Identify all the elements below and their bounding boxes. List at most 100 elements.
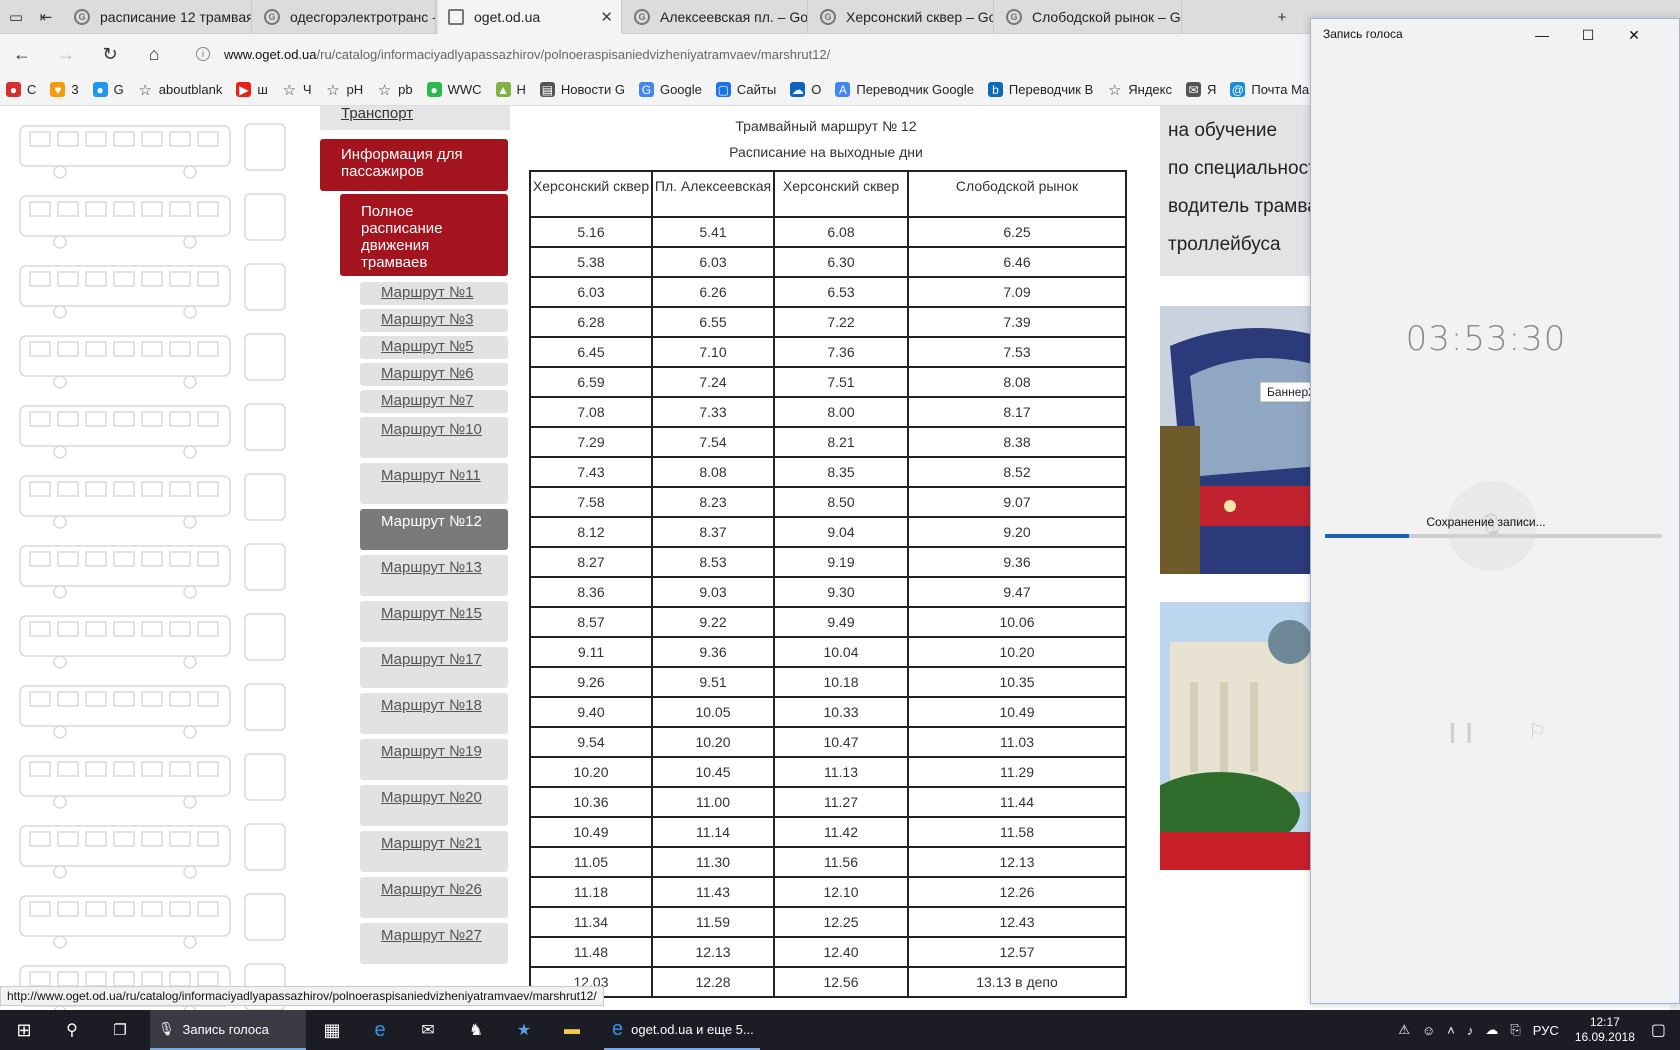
favorite-17[interactable]: ☆ Яндекс — [1107, 82, 1172, 99]
menu-full-tram-schedule[interactable]: Полное расписание движения трамваев — [340, 194, 508, 276]
tab-label: Херсонский сквер – Googl — [846, 9, 993, 25]
route-link[interactable]: Маршрут №6 — [360, 363, 508, 386]
pause-icon[interactable]: ❙❙ — [1444, 719, 1478, 744]
network-icon[interactable]: ⎘ — [1510, 1022, 1520, 1038]
route-link[interactable]: Маршрут №13 — [360, 555, 508, 596]
store-icon[interactable]: ★ — [502, 1010, 546, 1050]
route-link[interactable]: Маршрут №20 — [360, 785, 508, 826]
onedrive-icon[interactable]: ☁ — [1485, 1022, 1498, 1038]
favorite-8[interactable]: ☆ pb — [377, 82, 413, 99]
tab-6[interactable]: G Слободской рынок – Goog — [996, 0, 1182, 34]
training-ad-box[interactable]: на обучение по специальност водитель тра… — [1160, 106, 1320, 276]
system-tray: ⚠ ☺ ˄ ♪ ☁ ⎘ РУС 12:17 16.09.2018 ▢ — [1392, 1010, 1680, 1050]
favorite-4[interactable]: ☆ aboutblank — [138, 81, 223, 99]
tab-2[interactable]: Gодесгорэлектротранс - По — [254, 0, 436, 34]
tab-3[interactable]: oget.od.ua ✕ — [438, 0, 622, 34]
favorite-3[interactable]: ● G — [92, 82, 124, 97]
route-link[interactable]: Маршрут №12 — [360, 509, 508, 550]
start-button[interactable]: ⊞ — [0, 1010, 48, 1050]
favorite-10[interactable]: ▲ Н — [495, 82, 526, 97]
clock[interactable]: 12:17 16.09.2018 — [1575, 1015, 1635, 1045]
route-link[interactable]: Маршрут №10 — [360, 417, 508, 458]
favorite-9[interactable]: ● WWC — [426, 82, 482, 97]
table-cell: 11.29 — [907, 756, 1127, 788]
route-link[interactable]: Маршрут №18 — [360, 693, 508, 734]
route-link[interactable]: Маршрут №21 — [360, 831, 508, 872]
tram-drawing — [19, 193, 286, 249]
table-cell: 6.45 — [529, 336, 653, 368]
favorite-7[interactable]: ☆ pH — [325, 82, 363, 99]
table-cell: 11.42 — [773, 816, 909, 848]
favorite-12[interactable]: G Google — [638, 82, 702, 97]
menu-transport[interactable]: Транспорт — [320, 106, 510, 130]
refresh-button[interactable]: ↻ — [90, 34, 130, 74]
volume-icon[interactable]: ♪ — [1467, 1023, 1474, 1038]
calculator-icon[interactable]: ▦ — [310, 1010, 354, 1050]
taskbar-browser[interactable]: e oget.od.ua и еще 5... — [604, 1010, 760, 1050]
route-link[interactable]: Маршрут №11 — [360, 463, 508, 504]
saving-progress-bar — [1325, 534, 1662, 538]
home-button[interactable]: ⌂ — [134, 34, 174, 74]
tab-5[interactable]: G Херсонский сквер – Googl — [810, 0, 994, 34]
route-link[interactable]: Маршрут №19 — [360, 739, 508, 780]
language-indicator[interactable]: РУС — [1533, 1023, 1559, 1038]
favorite-6[interactable]: ☆ Ч — [282, 82, 312, 99]
table-row: 10.49 11.14 11.42 11.58 — [529, 816, 1127, 848]
route-link[interactable]: Маршрут №5 — [360, 336, 508, 359]
favorite-5[interactable]: ▶ ш — [236, 82, 268, 97]
route-link[interactable]: Маршрут №3 — [360, 309, 508, 332]
game-icon[interactable]: ♞ — [454, 1010, 498, 1050]
forward-button[interactable]: → — [46, 34, 86, 74]
route-link[interactable]: Маршрут №17 — [360, 647, 508, 688]
tram-photo-banner[interactable] — [1160, 306, 1320, 574]
edge-icon[interactable]: e — [358, 1010, 402, 1050]
chevron-up-icon[interactable]: ˄ — [1447, 1023, 1455, 1038]
route-link[interactable]: Маршрут №1 — [360, 282, 508, 305]
route-link[interactable]: Маршрут №27 — [360, 923, 508, 964]
table-cell: 11.14 — [651, 816, 775, 848]
close-tab-icon[interactable]: ✕ — [600, 8, 613, 26]
favorite-11[interactable]: ▤ Новости G — [539, 82, 625, 97]
table-row: 8.12 8.37 9.04 9.20 — [529, 516, 1127, 548]
back-button[interactable]: ← — [2, 34, 42, 74]
new-tab-button[interactable]: + — [1266, 0, 1298, 34]
favorite-2[interactable]: ♥ 3 — [50, 82, 79, 97]
table-cell: 6.59 — [529, 366, 653, 398]
notifications-icon[interactable]: ▢ — [1651, 1020, 1666, 1040]
maximize-icon[interactable]: ☐ — [1565, 19, 1611, 51]
table-cell: 12.13 — [907, 846, 1127, 878]
table-cell: 8.08 — [651, 456, 775, 488]
favorite-16[interactable]: b Переводчик В — [987, 82, 1093, 97]
favorite-14[interactable]: ☁ О — [790, 82, 821, 97]
file-explorer-icon[interactable]: ▬ — [550, 1010, 594, 1050]
tab-4[interactable]: G Алексеевская пл. – Google — [624, 0, 808, 34]
taskbar-voice-recorder[interactable]: 🎙 Запись голоса — [150, 1010, 306, 1050]
mail-icon[interactable]: ✉ — [406, 1010, 450, 1050]
warning-icon[interactable]: ⚠ — [1398, 1022, 1410, 1038]
favorite-label: Переводчик Google — [856, 82, 974, 97]
tab-preview-icon[interactable]: ▭ — [0, 0, 32, 34]
people-icon[interactable]: ☺ — [1422, 1023, 1435, 1038]
favorite-1[interactable]: ● С — [6, 82, 36, 97]
set-aside-tabs-icon[interactable]: ⇤ — [30, 0, 62, 34]
favorite-15[interactable]: A Переводчик Google — [835, 82, 974, 97]
address-input[interactable]: i www.oget.od.ua/ru/catalog/informaciyad… — [196, 40, 1296, 68]
route-link[interactable]: Маршрут №7 — [360, 390, 508, 413]
site-info-icon[interactable]: i — [196, 47, 210, 61]
close-icon[interactable]: ✕ — [1611, 19, 1657, 51]
tab-1[interactable]: Gрасписание 12 трамвая од — [64, 0, 252, 34]
table-cell: 12.26 — [907, 876, 1127, 908]
route-link[interactable]: Маршрут №26 — [360, 877, 508, 918]
opera-house-photo-banner[interactable] — [1160, 602, 1320, 870]
star-icon: ☆ — [138, 81, 152, 99]
favorite-13[interactable]: ▢ Сайты — [715, 82, 776, 97]
route-link[interactable]: Маршрут №15 — [360, 601, 508, 642]
menu-passenger-info[interactable]: Информация для пассажиров — [320, 139, 508, 191]
minimize-icon[interactable]: — — [1519, 19, 1565, 51]
table-row: 10.36 11.00 11.27 11.44 — [529, 786, 1127, 818]
table-cell: 8.27 — [529, 546, 653, 578]
flag-icon[interactable]: ⚐ — [1528, 719, 1546, 744]
task-view-icon[interactable]: ❐ — [96, 1010, 144, 1050]
search-icon[interactable]: ⚲ — [48, 1010, 96, 1050]
favorite-18[interactable]: ✉ Я — [1185, 82, 1216, 97]
